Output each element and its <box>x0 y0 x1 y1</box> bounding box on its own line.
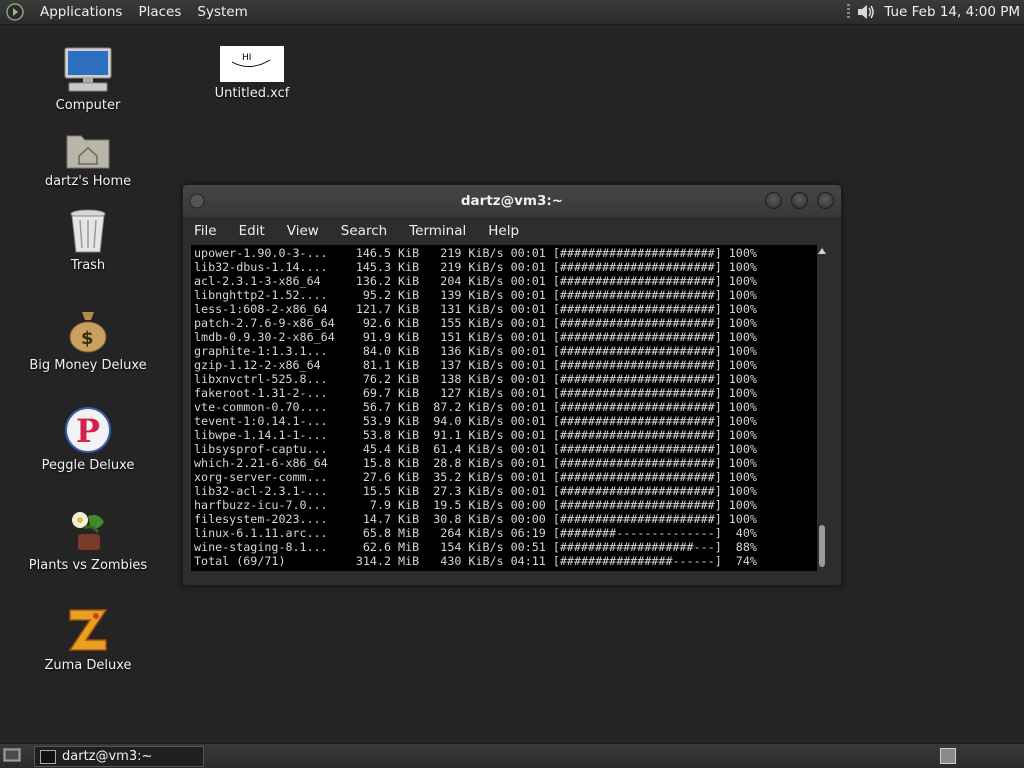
terminal-line: acl-2.3.1-3-x86_64 136.2 KiB 204 KiB/s 0… <box>194 274 757 288</box>
terminal-line: which-2.21-6-x86_64 15.8 KiB 28.8 KiB/s … <box>194 456 757 470</box>
panel-handle[interactable] <box>847 4 851 20</box>
terminal-line: libsysprof-captu... 45.4 KiB 61.4 KiB/s … <box>194 442 757 456</box>
window-title: dartz@vm3:~ <box>460 193 564 209</box>
places-menu[interactable]: Places <box>130 0 189 24</box>
workspace-switcher[interactable] <box>940 748 956 764</box>
menu-help[interactable]: Help <box>477 223 530 239</box>
show-desktop-icon[interactable] <box>3 748 21 763</box>
terminal-line: xorg-server-comm... 27.6 KiB 35.2 KiB/s … <box>194 470 757 484</box>
desktop-icon-zuma[interactable]: Zuma Deluxe <box>28 606 148 673</box>
image-file-icon: HI <box>220 46 284 82</box>
desktop-icon-label: Untitled.xcf <box>214 86 290 101</box>
desktop-icon-computer[interactable]: Computer <box>28 46 148 113</box>
terminal-line: upower-1.90.0-3-... 146.5 KiB 219 KiB/s … <box>194 246 757 260</box>
gnome-foot-icon[interactable] <box>6 3 24 21</box>
desktop-icon-home[interactable]: dartz's Home <box>28 130 148 189</box>
menu-terminal[interactable]: Terminal <box>398 223 477 239</box>
minimize-button[interactable] <box>765 192 782 209</box>
terminal-line: lib32-dbus-1.14.... 145.3 KiB 219 KiB/s … <box>194 260 757 274</box>
desktop-icon-untitled-xcf[interactable]: HI Untitled.xcf <box>192 46 312 101</box>
computer-icon <box>64 47 112 92</box>
scroll-up-arrow-icon[interactable] <box>818 248 826 254</box>
desktop-icon-big-money[interactable]: $ Big Money Deluxe <box>28 308 148 373</box>
plants-vs-zombies-icon <box>72 512 104 550</box>
terminal-line: Total (69/71) 314.2 MiB 430 KiB/s 04:11 … <box>194 554 757 568</box>
terminal-lines: upower-1.90.0-3-... 146.5 KiB 219 KiB/s … <box>194 246 757 568</box>
thumbnail-text: HI <box>242 53 251 63</box>
desktop-icon-label: Trash <box>70 258 106 273</box>
terminal-line: libwpe-1.14.1-1-... 53.8 KiB 91.1 KiB/s … <box>194 428 757 442</box>
desktop-icon-label: Peggle Deluxe <box>41 458 135 473</box>
close-button[interactable] <box>817 192 834 209</box>
volume-icon[interactable] <box>856 3 876 21</box>
menu-file[interactable]: File <box>183 223 228 239</box>
terminal-line: lib32-acl-2.3.1-... 15.5 KiB 27.3 KiB/s … <box>194 484 757 498</box>
scrollbar-thumb[interactable] <box>819 525 825 567</box>
terminal-icon <box>40 749 56 764</box>
terminal-output[interactable]: upower-1.90.0-3-... 146.5 KiB 219 KiB/s … <box>191 245 827 571</box>
bottom-panel: dartz@vm3:~ <box>0 743 1024 768</box>
terminal-line: linux-6.1.11.arc... 65.8 MiB 264 KiB/s 0… <box>194 526 757 540</box>
top-panel: Applications Places System Tue Feb 14, 4… <box>0 0 1024 25</box>
desktop-icon-label: dartz's Home <box>44 174 132 189</box>
desktop-icon-label: Big Money Deluxe <box>29 358 147 373</box>
taskbar-item-label: dartz@vm3:~ <box>62 749 153 764</box>
svg-text:$: $ <box>81 328 94 349</box>
terminal-line: gzip-1.12-2-x86_64 81.1 KiB 137 KiB/s 00… <box>194 358 757 372</box>
terminal-line: vte-common-0.70.... 56.7 KiB 87.2 KiB/s … <box>194 400 757 414</box>
menu-view[interactable]: View <box>276 223 330 239</box>
maximize-button[interactable] <box>791 192 808 209</box>
terminal-line: lmdb-0.9.30-2-x86_64 91.9 KiB 151 KiB/s … <box>194 330 757 344</box>
desktop-icon-label: Plants vs Zombies <box>28 558 148 573</box>
terminal-line: wine-staging-8.1... 62.6 MiB 154 KiB/s 0… <box>194 540 757 554</box>
menu-edit[interactable]: Edit <box>228 223 276 239</box>
desktop-icon-plants-vs-zombies[interactable]: Plants vs Zombies <box>28 506 148 573</box>
home-folder-icon <box>66 135 110 169</box>
zuma-icon <box>68 609 108 651</box>
terminal-scrollbar[interactable] <box>817 245 827 571</box>
applications-menu[interactable]: Applications <box>32 0 130 24</box>
terminal-line: patch-2.7.6-9-x86_64 92.6 KiB 155 KiB/s … <box>194 316 757 330</box>
terminal-line: fakeroot-1.31-2-... 69.7 KiB 127 KiB/s 0… <box>194 386 757 400</box>
clock[interactable]: Tue Feb 14, 4:00 PM <box>884 4 1020 20</box>
terminal-line: less-1:608-2-x86_64 121.7 KiB 131 KiB/s … <box>194 302 757 316</box>
window-titlebar[interactable]: dartz@vm3:~ <box>183 185 841 217</box>
terminal-menubar: File Edit View Search Terminal Help <box>183 217 841 245</box>
desktop-icon-trash[interactable]: Trash <box>28 208 148 273</box>
trash-icon <box>70 209 106 253</box>
svg-text:P: P <box>76 412 100 450</box>
taskbar-item-terminal[interactable]: dartz@vm3:~ <box>34 746 204 767</box>
terminal-line: harfbuzz-icu-7.0... 7.9 KiB 19.5 KiB/s 0… <box>194 498 757 512</box>
desktop-icon-label: Computer <box>55 98 121 113</box>
desktop-icon-peggle[interactable]: P Peggle Deluxe <box>28 406 148 473</box>
terminal-line: libnghttp2-1.52.... 95.2 KiB 139 KiB/s 0… <box>194 288 757 302</box>
desktop-icon-label: Zuma Deluxe <box>44 658 132 673</box>
terminal-line: tevent-1:0.14.1-... 53.9 KiB 94.0 KiB/s … <box>194 414 757 428</box>
terminal-window[interactable]: dartz@vm3:~ File Edit View Search Termin… <box>182 184 842 586</box>
terminal-line: graphite-1:1.3.1... 84.0 KiB 136 KiB/s 0… <box>194 344 757 358</box>
system-menu[interactable]: System <box>189 0 255 24</box>
terminal-line: libxnvctrl-525.8... 76.2 KiB 138 KiB/s 0… <box>194 372 757 386</box>
terminal-line: filesystem-2023.... 14.7 KiB 30.8 KiB/s … <box>194 512 757 526</box>
peggle-icon: P <box>65 407 111 453</box>
menu-search[interactable]: Search <box>330 223 398 239</box>
money-bag-icon: $ <box>69 312 107 353</box>
